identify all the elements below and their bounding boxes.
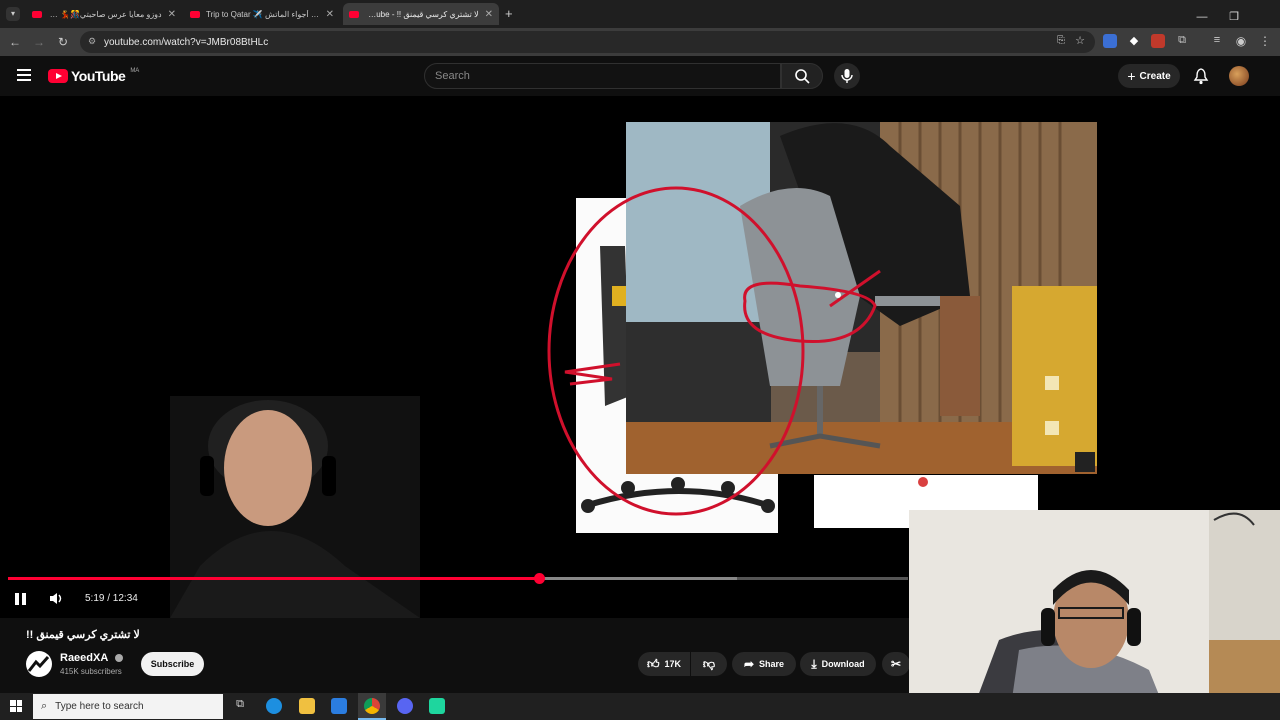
media-control-icon[interactable]: ≡ — [1210, 34, 1224, 48]
close-tab-icon[interactable]: ✕ — [326, 9, 334, 20]
youtube-favicon-icon — [190, 10, 200, 18]
chrome-menu-icon[interactable]: ⋮ — [1258, 34, 1272, 48]
red-extension-icon[interactable] — [1151, 34, 1165, 48]
webcam-overlay — [909, 510, 1280, 720]
install-icon[interactable]: ⎘ — [1057, 35, 1065, 46]
chrome-icon — [364, 698, 380, 714]
app-icon[interactable] — [429, 698, 445, 714]
tab-active-video[interactable]: لا تشتري كرسي قيمنق !! - YouTube ✕ — [343, 3, 499, 25]
video-title: لا تشتري كرسي قيمنق !! — [26, 629, 140, 641]
microphone-icon — [841, 69, 853, 83]
channel-logo-icon — [27, 656, 50, 672]
microsoft-store-icon[interactable] — [331, 698, 347, 714]
dislike-button[interactable]: 👎︎ — [691, 652, 727, 676]
time-display: 5:19 / 12:34 — [85, 593, 138, 604]
close-tab-icon[interactable]: ✕ — [168, 9, 176, 20]
youtube-logo[interactable]: YouTube MA — [48, 68, 139, 84]
file-explorer-icon[interactable] — [299, 698, 315, 714]
subscriber-count: 415K subscribers — [60, 667, 122, 676]
youtube-favicon-icon — [349, 10, 359, 18]
taskbar-search-input[interactable]: ⌕ Type here to search — [33, 694, 223, 719]
share-button[interactable]: ➦ Share — [732, 652, 796, 676]
scissors-icon: ✂ — [890, 657, 902, 671]
discord-icon[interactable] — [397, 698, 413, 714]
hamburger-menu-icon[interactable] — [17, 69, 31, 81]
extensions-puzzle-icon[interactable]: ⧉ — [1175, 34, 1189, 48]
channel-name[interactable]: RaeedXA — [60, 652, 123, 664]
edge-browser-icon[interactable] — [266, 698, 282, 714]
clip-button[interactable]: ✂ — [882, 652, 910, 676]
progress-scrubber-handle[interactable] — [534, 573, 545, 584]
subscribe-button[interactable]: Subscribe — [141, 652, 204, 676]
minimize-icon[interactable]: — — [1186, 11, 1218, 23]
search-icon — [795, 69, 810, 84]
close-tab-icon[interactable]: ✕ — [485, 9, 493, 20]
windows-start-icon[interactable] — [10, 700, 22, 712]
url-field[interactable]: ⚙ youtube.com/watch?v=JMBr08BtHLc ⎘ ☆ — [80, 31, 1095, 53]
pause-icon — [15, 593, 19, 605]
tab-qatar[interactable]: Trip to Qatar ✈️ أجواء الماتش 🇶🇦 ✕ — [184, 3, 340, 25]
volume-button[interactable] — [48, 591, 64, 611]
profile-icon[interactable]: ◉ — [1234, 34, 1248, 48]
progress-bar-played — [8, 577, 539, 580]
back-icon[interactable]: ← — [7, 34, 23, 50]
restore-icon[interactable]: ❐ — [1218, 10, 1250, 23]
volume-icon — [50, 593, 62, 604]
pause-button[interactable] — [15, 593, 27, 605]
notifications-bell-icon[interactable] — [1193, 68, 1209, 90]
windows-taskbar: ⌕ Type here to search ⧉ — [0, 693, 1280, 720]
translate-extension-icon[interactable] — [1103, 34, 1117, 48]
chrome-taskbar-button[interactable] — [358, 693, 386, 720]
address-bar-row: ← → ↻ ⚙ youtube.com/watch?v=JMBr08BtHLc … — [0, 28, 1280, 56]
create-button[interactable]: + Create — [1118, 64, 1180, 88]
new-tab-icon[interactable]: + — [505, 6, 513, 21]
reload-icon[interactable]: ↻ — [55, 34, 71, 50]
like-button[interactable]: 👍︎ 17K — [638, 652, 690, 676]
youtube-favicon-icon — [32, 10, 42, 18]
browser-tab-bar: ▾ دوزو معايا عرس صاحبتي🎊💃 جيب... ✕ Trip … — [0, 0, 1280, 41]
bookmark-star-icon[interactable]: ☆ — [1075, 34, 1085, 47]
task-view-icon[interactable]: ⧉ — [232, 698, 248, 714]
tab-wedding[interactable]: دوزو معايا عرس صاحبتي🎊💃 جيب... ✕ — [26, 3, 182, 25]
diamond-extension-icon[interactable]: ◆ — [1127, 34, 1141, 48]
download-icon: ⤓ — [811, 656, 817, 671]
youtube-play-logo-icon — [48, 69, 68, 83]
voice-search-button[interactable] — [834, 63, 860, 89]
search-icon: ⌕ — [41, 700, 48, 712]
search-input[interactable]: Search — [424, 63, 781, 89]
thumbs-down-icon: 👎︎ — [702, 656, 716, 671]
webcam-feed — [909, 510, 1280, 720]
site-info-icon[interactable]: ⚙ — [88, 36, 96, 47]
plus-icon: + — [1127, 68, 1136, 84]
tab-search-icon[interactable]: ▾ — [6, 7, 20, 21]
youtube-masthead: YouTube MA Search + Create — [0, 56, 1280, 96]
channel-avatar[interactable] — [26, 651, 52, 677]
download-button[interactable]: ⤓ Download — [800, 652, 876, 676]
thumbs-up-icon: 👍︎ — [646, 656, 660, 671]
avatar[interactable] — [1229, 66, 1249, 86]
forward-icon[interactable]: → — [31, 34, 47, 50]
verified-badge-icon — [114, 654, 123, 663]
share-arrow-icon: ➦ — [743, 657, 755, 671]
search-button[interactable] — [781, 63, 823, 89]
